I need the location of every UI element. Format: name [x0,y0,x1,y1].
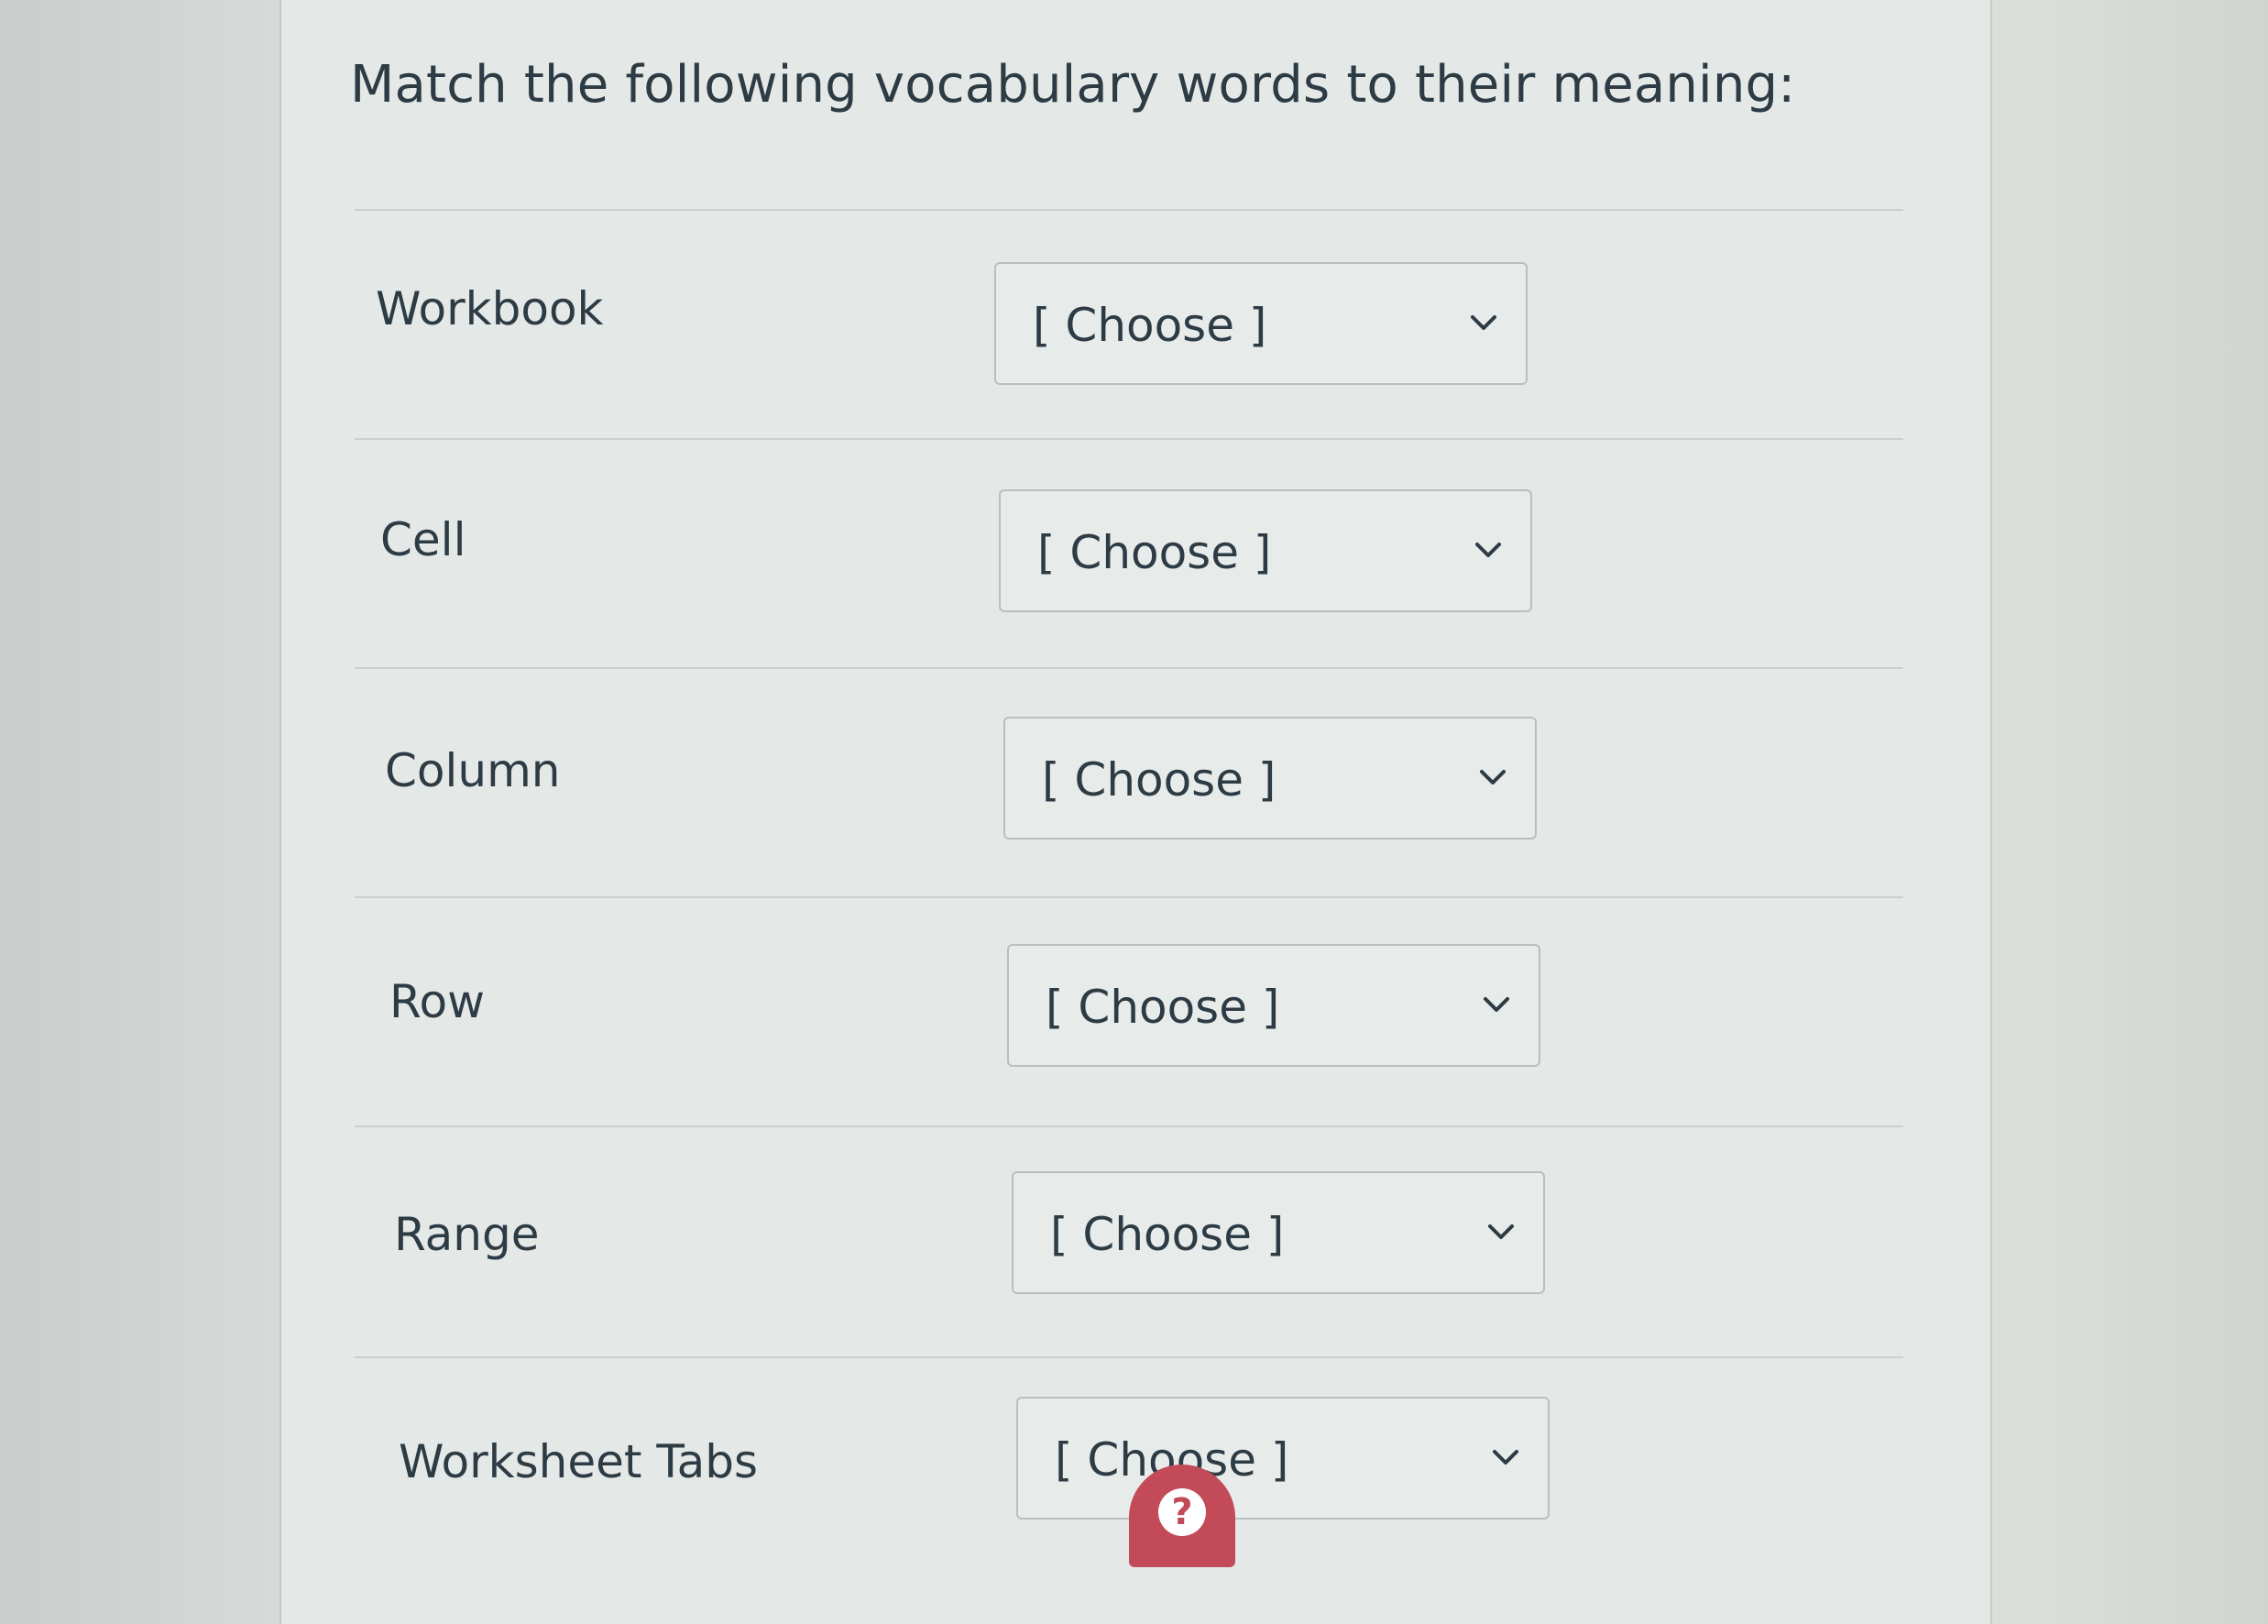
select-value: [ Choose ] [1042,753,1276,807]
chevron-down-icon [1480,770,1506,785]
question-title: Match the following vocabulary words to … [350,55,1796,115]
chevron-down-icon [1493,1450,1518,1465]
select-value: [ Choose ] [1033,299,1267,352]
divider [355,438,1903,440]
row-label-workbook: Workbook [376,282,604,335]
chevron-down-icon [1488,1224,1514,1239]
page: Match the following vocabulary words to … [0,0,2268,1624]
question-panel: Match the following vocabulary words to … [279,0,1992,1624]
select-cell[interactable]: [ Choose ] [999,489,1532,612]
chevron-down-icon [1484,997,1509,1012]
row-label-row: Row [389,975,485,1028]
right-gutter [1989,0,2268,1624]
select-row[interactable]: [ Choose ] [1007,944,1540,1067]
select-worksheet-tabs[interactable]: [ Choose ] [1016,1397,1550,1520]
row-label-cell: Cell [380,513,466,566]
select-value: [ Choose ] [1046,981,1280,1034]
divider [355,1125,1903,1127]
question-mark-icon: ? [1158,1488,1206,1536]
divider [355,667,1903,669]
select-value: [ Choose ] [1050,1208,1285,1261]
divider [355,1356,1903,1358]
select-column[interactable]: [ Choose ] [1003,717,1537,839]
row-label-column: Column [385,744,561,797]
select-workbook[interactable]: [ Choose ] [994,262,1528,385]
row-label-range: Range [394,1208,540,1261]
chevron-down-icon [1475,543,1501,557]
help-button[interactable]: ? [1129,1465,1235,1567]
divider [355,896,1903,898]
left-gutter [0,0,279,1624]
select-value: [ Choose ] [1037,526,1272,579]
select-range[interactable]: [ Choose ] [1012,1171,1545,1294]
chevron-down-icon [1471,315,1496,330]
row-label-worksheet-tabs: Worksheet Tabs [399,1435,759,1488]
divider [355,209,1903,211]
